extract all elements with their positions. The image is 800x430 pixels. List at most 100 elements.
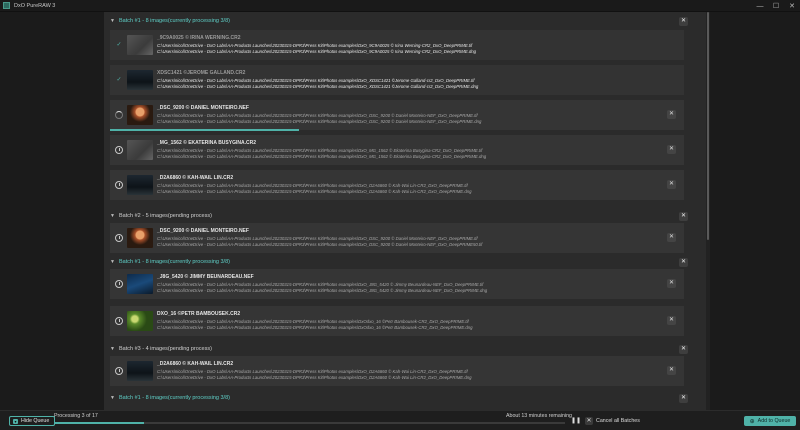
add-icon: ⊕ [749,418,755,425]
chevron-down-icon[interactable]: ▼ [110,18,116,24]
cancel-all-label: Cancel all Batches [596,418,640,424]
queue-item[interactable]: DXO_16 ©PETR BAMBOUSEK.CR2 C:\Users\nicol… [110,306,684,336]
file-name: _9C9A0025 © IRINA WERNING.CR2 [157,35,241,41]
batch-title: Batch #2 - 5 images(pending process) [119,213,212,219]
output-path-tif: C:\Users\nicol\OneDrive - DxO Labs\AA-Pr… [157,78,475,83]
minimize-icon[interactable]: — [752,0,768,12]
app-title: DxO PureRAW 3 [14,2,56,9]
add-to-queue-label: Add to Queue [757,418,791,424]
batch-title: Batch #1 - 8 images(currently processing… [119,259,230,265]
thumbnail [127,175,153,195]
add-to-queue-button[interactable]: ⊕ Add to Queue [744,416,796,426]
output-path-dng: C:\Users\nicol\OneDrive - DxO Labs\AA-Pr… [157,154,487,159]
file-name: _DSC_9200 © DANIEL MONTEIRO.NEF [157,105,249,111]
thumbnail [127,361,153,381]
remove-item-icon[interactable]: ✕ [667,110,676,119]
batch-close-icon[interactable]: ✕ [679,394,688,403]
batch-header[interactable]: ▼ Batch #3 - 4 images(pending process) ✕ [104,342,708,356]
hide-queue-icon: ▾ [13,418,18,424]
output-path-tif: C:\Users\nicol\OneDrive - DxO Labs\AA-Pr… [157,113,478,118]
total-progress-bar [54,422,565,424]
pause-button[interactable]: ❚❚ [571,417,581,424]
output-path-dng: C:\Users\nicol\OneDrive - DxO Labs\AA-Pr… [157,242,483,247]
item-progress-bar [110,129,300,131]
remove-item-icon[interactable]: ✕ [667,366,676,375]
file-name: _D2A6860 © KAH-WAIL LIN.CR2 [157,175,234,181]
batch-header[interactable]: ▼ Batch #1 - 8 images(currently processin… [104,391,708,405]
processing-status: Processing 3 of 17 [54,413,98,419]
output-path-tif: C:\Users\nicol\OneDrive - DxO Labs\AA-Pr… [157,183,468,188]
output-path-dng: C:\Users\nicol\OneDrive - DxO Labs\AA-Pr… [157,325,473,330]
remove-item-icon[interactable]: ✕ [667,233,676,242]
output-path-dng: C:\Users\nicol\OneDrive - DxO Labs\AA-Pr… [157,84,479,89]
queue-item[interactable]: ✓ XDSC1421 ©JEROME GALLAND.CR2 C:\Users\ni… [110,65,684,95]
output-path-dng: C:\Users\nicol\OneDrive - DxO Labs\AA-Pr… [157,49,477,54]
file-name: _J8G_5420 © JIMMY BEUNARDEAU.NEF [157,274,254,280]
remove-item-icon[interactable]: ✕ [667,180,676,189]
chevron-down-icon[interactable]: ▼ [110,346,116,352]
queue-item[interactable]: _MG_1562 © EKATERINA BUSYGINA.CR2 C:\User… [110,135,684,165]
batch-header[interactable]: ▼ Batch #2 - 5 images(pending process) ✕ [104,209,708,223]
queue-item[interactable]: _DSC_9200 © DANIEL MONTEIRO.NEF C:\Users\… [110,223,684,253]
maximize-icon[interactable]: ☐ [768,0,784,12]
thumbnail [127,311,153,331]
chevron-down-icon[interactable]: ▼ [110,259,116,265]
queue-item[interactable]: _DSC_9200 © DANIEL MONTEIRO.NEF C:\Users\… [110,100,684,130]
pending-clock-icon [115,234,123,242]
remove-item-icon[interactable]: ✕ [667,279,676,288]
close-window-icon[interactable]: ✕ [784,0,800,12]
output-path-dng: C:\Users\nicol\OneDrive - DxO Labs\AA-Pr… [157,375,472,380]
queue-item[interactable]: _D2A6860 © KAH-WAIL LIN.CR2 C:\Users\nico… [110,356,684,386]
close-icon: ✕ [585,417,593,425]
output-path-tif: C:\Users\nicol\OneDrive - DxO Labs\AA-Pr… [157,236,478,241]
pending-clock-icon [115,146,123,154]
scrollbar-thumb[interactable] [707,12,709,240]
file-name: _MG_1562 © EKATERINA BUSYGINA.CR2 [157,140,256,146]
queue-item[interactable]: _J8G_5420 © JIMMY BEUNARDEAU.NEF C:\Users… [110,269,684,299]
thumbnail [127,35,153,55]
queue-panel[interactable]: ▼ Batch #1 - 8 images(currently processin… [104,12,708,410]
remove-item-icon[interactable]: ✕ [667,316,676,325]
thumbnail [127,228,153,248]
batch-close-icon[interactable]: ✕ [679,212,688,221]
thumbnail [127,70,153,90]
hide-queue-button[interactable]: ▾ Hide Queue [9,416,56,426]
thumbnail [127,105,153,125]
output-path-tif: C:\Users\nicol\OneDrive - DxO Labs\AA-Pr… [157,282,484,287]
thumbnail [127,274,153,294]
batch-header[interactable]: ▼ Batch #1 - 8 images(currently processin… [104,255,708,269]
file-name: _D2A6860 © KAH-WAIL LIN.CR2 [157,361,234,367]
chevron-down-icon[interactable]: ▼ [110,395,116,401]
queue-item[interactable]: ✓ _9C9A0025 © IRINA WERNING.CR2 C:\Users\n… [110,30,684,60]
batch-title: Batch #1 - 8 images(currently processing… [119,395,230,401]
hide-queue-label: Hide Queue [21,418,50,424]
chevron-down-icon[interactable]: ▼ [110,213,116,219]
output-path-dng: C:\Users\nicol\OneDrive - DxO Labs\AA-Pr… [157,119,482,124]
check-icon: ✓ [116,77,122,83]
output-path-tif: C:\Users\nicol\OneDrive - DxO Labs\AA-Pr… [157,148,483,153]
batch-close-icon[interactable]: ✕ [679,345,688,354]
check-icon: ✓ [116,42,122,48]
thumbnail [127,140,153,160]
output-path-dng: C:\Users\nicol\OneDrive - DxO Labs\AA-Pr… [157,288,488,293]
file-name: XDSC1421 ©JEROME GALLAND.CR2 [157,70,246,76]
total-progress-fill [54,422,144,424]
title-bar: DxO PureRAW 3 — ☐ ✕ [0,0,800,12]
pending-clock-icon [115,280,123,288]
pending-clock-icon [115,181,123,189]
spinner-icon [115,111,123,119]
cancel-all-button[interactable]: ✕ Cancel all Batches [585,416,640,426]
app-logo-icon [3,2,10,9]
batch-header[interactable]: ▼ Batch #1 - 8 images(currently processin… [104,14,708,28]
batch-close-icon[interactable]: ✕ [679,17,688,26]
output-path-tif: C:\Users\nicol\OneDrive - DxO Labs\AA-Pr… [157,43,473,48]
time-remaining: About 13 minutes remaining [506,413,572,419]
batch-close-icon[interactable]: ✕ [679,258,688,267]
pending-clock-icon [115,317,123,325]
output-path-dng: C:\Users\nicol\OneDrive - DxO Labs\AA-Pr… [157,189,472,194]
output-path-tif: C:\Users\nicol\OneDrive - DxO Labs\AA-Pr… [157,369,468,374]
queue-item[interactable]: _D2A6860 © KAH-WAIL LIN.CR2 C:\Users\nico… [110,170,684,200]
batch-title: Batch #3 - 4 images(pending process) [119,346,212,352]
window-controls: — ☐ ✕ [752,0,800,12]
remove-item-icon[interactable]: ✕ [667,145,676,154]
